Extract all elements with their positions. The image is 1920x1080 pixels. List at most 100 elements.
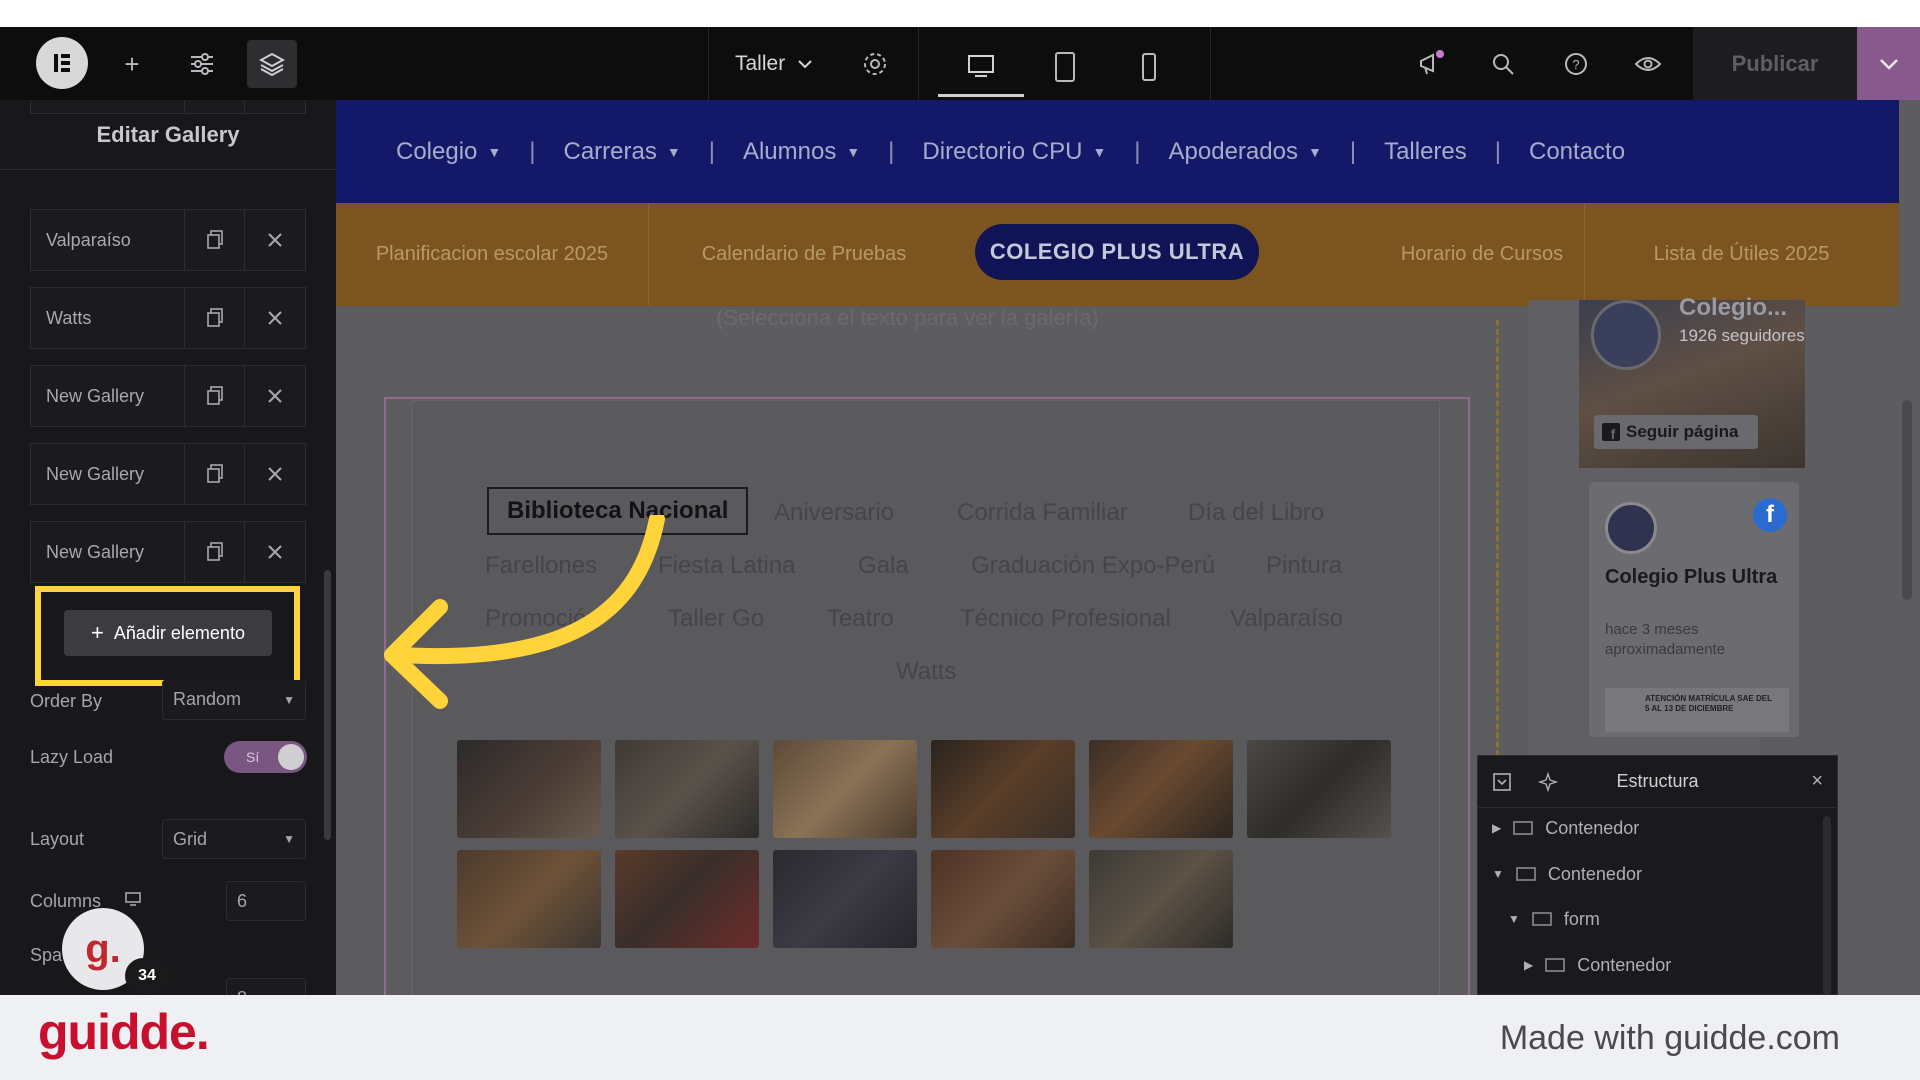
repeater-item[interactable]: New Gallery	[30, 521, 306, 583]
structure-row[interactable]: ▼ Contenedor	[1492, 854, 1642, 894]
close-icon[interactable]: ×	[1811, 770, 1823, 793]
repeater-item-label[interactable]: New Gallery	[31, 444, 185, 504]
repeater-item[interactable]: Valparaíso	[30, 209, 306, 271]
fb-followers: 1926 seguidores	[1679, 326, 1805, 345]
collapse-all-icon[interactable]	[1492, 772, 1512, 792]
site-settings-icon[interactable]	[177, 40, 227, 88]
gallery-filter[interactable]: Valparaíso	[1230, 605, 1343, 633]
repeater-item-label[interactable]: New Gallery	[31, 366, 185, 426]
desktop-responsive-icon[interactable]	[124, 891, 142, 912]
gallery-thumbnail[interactable]	[1089, 850, 1233, 948]
gallery-filter[interactable]: Pintura	[1266, 552, 1342, 580]
lazy-load-toggle[interactable]: Sí	[224, 741, 307, 773]
gallery-filter[interactable]: Taller Go	[668, 605, 764, 633]
remove-icon[interactable]	[245, 444, 305, 504]
sub-nav-planificacion[interactable]: Planificacion escolar 2025	[336, 203, 648, 306]
gallery-filter[interactable]: Técnico Profesional	[960, 605, 1171, 633]
ai-sparkle-icon[interactable]	[1538, 772, 1558, 792]
gallery-thumbnail[interactable]	[1247, 740, 1391, 838]
remove-icon[interactable]	[245, 366, 305, 426]
structure-row[interactable]: ▶ Contenedor	[1524, 945, 1671, 985]
gallery-filter[interactable]: Watts	[896, 658, 956, 686]
fb-page-title: Colegio...	[1679, 294, 1787, 321]
gallery-thumbnail[interactable]	[931, 740, 1075, 838]
gallery-thumbnail[interactable]	[1089, 740, 1233, 838]
repeater-item-label[interactable]: Valparaíso	[31, 210, 185, 270]
repeater-item-label[interactable]: New Gallery	[31, 522, 185, 582]
tablet-view-icon[interactable]	[1022, 37, 1108, 97]
desktop-view-icon[interactable]	[938, 37, 1024, 97]
fb-follow-button[interactable]: f Seguir página	[1594, 415, 1758, 449]
help-icon[interactable]: ?	[1551, 40, 1601, 88]
nav-item-carreras[interactable]: Carreras ▼	[563, 138, 680, 166]
nav-item-contacto[interactable]: Contacto	[1529, 138, 1625, 166]
fb-post-card[interactable]: f Colegio Plus Ultra hace 3 meses aproxi…	[1589, 482, 1799, 737]
notifications-megaphone-icon[interactable]	[1406, 40, 1456, 88]
elementor-editor: + Taller ? Publicar Editar Gallery Valpa…	[0, 27, 1920, 995]
preview-eye-icon[interactable]	[1623, 40, 1673, 88]
publish-button[interactable]: Publicar	[1693, 27, 1857, 100]
gallery-filter[interactable]: Gala	[858, 552, 909, 580]
chevron-right-icon[interactable]: ▶	[1492, 821, 1501, 835]
structure-row[interactable]: ▼ form	[1508, 899, 1600, 939]
remove-icon[interactable]	[245, 522, 305, 582]
top-strip	[0, 0, 1920, 27]
sub-nav-colegio-plus-ultra[interactable]: COLEGIO PLUS ULTRA	[975, 224, 1259, 280]
spacing-input[interactable]: 8	[226, 978, 306, 995]
columns-input[interactable]: 6	[226, 881, 306, 921]
order-by-select[interactable]: Random ▼	[162, 680, 306, 720]
add-element-icon[interactable]: +	[107, 40, 157, 88]
sub-nav-lista-utiles[interactable]: Lista de Útiles 2025	[1584, 203, 1899, 306]
remove-icon[interactable]	[245, 288, 305, 348]
nav-item-alumnos[interactable]: Alumnos ▼	[743, 138, 860, 166]
spacing-label: Spa	[30, 945, 63, 965]
repeater-item[interactable]: New Gallery	[30, 443, 306, 505]
gallery-filter[interactable]: Teatro	[827, 605, 894, 633]
repeater-item-partial	[30, 100, 306, 114]
guidde-logo[interactable]: guidde.	[38, 1003, 210, 1061]
page-selector[interactable]: Taller	[735, 27, 813, 100]
page-settings-gear-icon[interactable]	[850, 40, 900, 88]
sub-nav-calendario[interactable]: Calendario de Pruebas	[648, 203, 960, 306]
duplicate-icon[interactable]	[185, 366, 245, 426]
nav-item-directorio[interactable]: Directorio CPU ▼	[922, 138, 1106, 166]
gallery-filter[interactable]: Corrida Familiar	[957, 499, 1128, 527]
layout-select[interactable]: Grid ▼	[162, 819, 306, 859]
gallery-thumbnail[interactable]	[773, 740, 917, 838]
panel-scrollbar[interactable]	[324, 570, 331, 840]
remove-icon[interactable]	[245, 210, 305, 270]
structure-scrollbar[interactable]	[1823, 816, 1831, 995]
duplicate-icon[interactable]	[185, 522, 245, 582]
gallery-thumbnail[interactable]	[457, 850, 601, 948]
gallery-thumbnail[interactable]	[773, 850, 917, 948]
nav-item-apoderados[interactable]: Apoderados ▼	[1169, 138, 1322, 166]
gallery-filter[interactable]: Aniversario	[774, 499, 894, 527]
gallery-filter[interactable]: Fiesta Latina	[658, 552, 795, 580]
chevron-down-icon[interactable]: ▼	[1508, 912, 1520, 926]
search-icon[interactable]	[1478, 40, 1528, 88]
gallery-filter[interactable]: Día del Libro	[1188, 499, 1324, 527]
canvas-scrollbar[interactable]	[1902, 400, 1912, 600]
add-item-button[interactable]: + Añadir elemento	[64, 610, 272, 656]
duplicate-icon[interactable]	[185, 288, 245, 348]
duplicate-icon[interactable]	[185, 210, 245, 270]
structure-row[interactable]: ▶ Contenedor	[1492, 808, 1639, 848]
duplicate-icon[interactable]	[185, 444, 245, 504]
repeater-item-label[interactable]: Watts	[31, 288, 185, 348]
repeater-item[interactable]: Watts	[30, 287, 306, 349]
nav-item-colegio[interactable]: Colegio ▼	[396, 138, 501, 166]
structure-layers-icon[interactable]	[247, 40, 297, 88]
gallery-thumbnail[interactable]	[931, 850, 1075, 948]
nav-item-talleres[interactable]: Talleres	[1384, 138, 1467, 166]
sub-nav-horario[interactable]: Horario de Cursos	[1348, 203, 1616, 306]
made-with-text[interactable]: Made with guidde.com	[1500, 1019, 1840, 1058]
mobile-view-icon[interactable]	[1106, 37, 1192, 97]
gallery-thumbnail[interactable]	[615, 850, 759, 948]
publish-options-chevron-icon[interactable]	[1857, 27, 1920, 100]
repeater-item[interactable]: New Gallery	[30, 365, 306, 427]
toggle-knob	[278, 744, 304, 770]
gallery-filter[interactable]: Graduación Expo-Perú	[971, 552, 1215, 580]
chevron-down-icon[interactable]: ▼	[1492, 867, 1504, 881]
elementor-logo-icon[interactable]	[36, 37, 88, 89]
chevron-right-icon[interactable]: ▶	[1524, 958, 1533, 972]
